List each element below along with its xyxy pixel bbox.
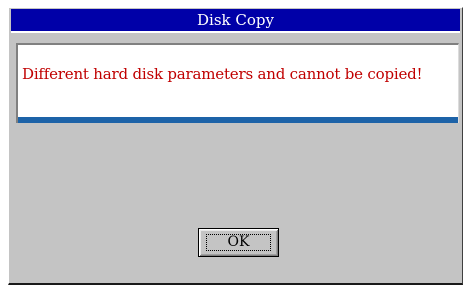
ok-button[interactable]: OK: [198, 228, 279, 257]
disk-copy-dialog: Disk Copy Different hard disk parameters…: [8, 7, 463, 285]
dialog-title: Disk Copy: [11, 9, 460, 33]
ok-button-label: OK: [227, 234, 250, 250]
message-panel: Different hard disk parameters and canno…: [16, 43, 459, 123]
message-panel-bar: [18, 117, 458, 123]
error-message: Different hard disk parameters and canno…: [22, 65, 423, 83]
